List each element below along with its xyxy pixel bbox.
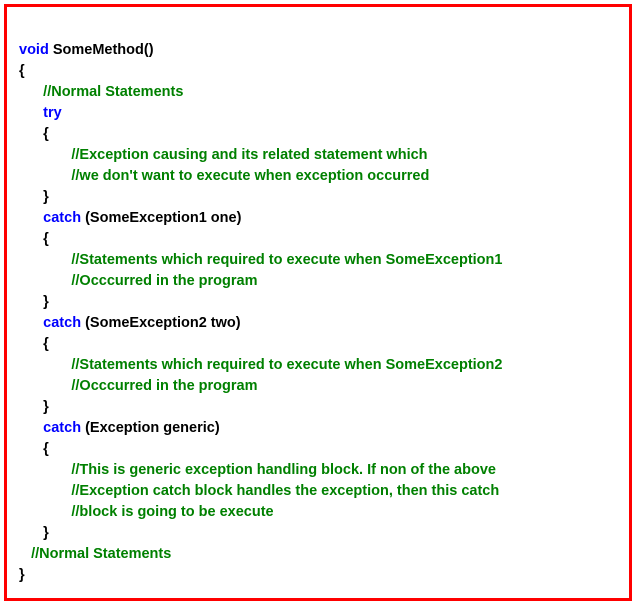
code-frame: void SomeMethod() { //Normal Statements … [4, 4, 632, 601]
catch1-comment-line-1: //Statements which required to execute w… [19, 252, 502, 268]
brace-open: { [19, 63, 25, 79]
catch2-comment-line-1: //Statements which required to execute w… [19, 357, 502, 373]
catch3-params: (Exception generic) [81, 420, 220, 436]
catch1-indent [19, 210, 43, 226]
catch3-comment-line-3: //block is going to be execute [19, 504, 274, 520]
code-block: void SomeMethod() { //Normal Statements … [19, 19, 621, 586]
catch1-comment-line-2: //Occcurred in the program [19, 273, 258, 289]
catch3-brace-close: } [19, 525, 49, 541]
catch2-params: (SomeException2 two) [81, 315, 241, 331]
keyword-catch-3: catch [43, 420, 81, 436]
keyword-catch-1: catch [43, 210, 81, 226]
keyword-catch-2: catch [43, 315, 81, 331]
try-brace-open: { [19, 126, 49, 142]
catch2-brace-close: } [19, 399, 49, 415]
catch3-comment-line-2: //Exception catch block handles the exce… [19, 483, 499, 499]
try-comment-line-1: //Exception causing and its related stat… [19, 147, 428, 163]
catch3-brace-open: { [19, 441, 49, 457]
comment-normal-statements-top: //Normal Statements [19, 84, 183, 100]
catch2-indent [19, 315, 43, 331]
catch1-brace-open: { [19, 231, 49, 247]
try-comment-line-2: //we don't want to execute when exceptio… [19, 168, 429, 184]
catch1-params: (SomeException1 one) [81, 210, 241, 226]
catch2-comment-line-2: //Occcurred in the program [19, 378, 258, 394]
method-signature: SomeMethod() [49, 42, 154, 58]
try-brace-close: } [19, 189, 49, 205]
catch2-brace-open: { [19, 336, 49, 352]
keyword-void: void [19, 42, 49, 58]
comment-normal-statements-bottom: //Normal Statements [19, 546, 171, 562]
keyword-try: try [19, 105, 62, 121]
brace-close: } [19, 567, 25, 583]
catch3-comment-line-1: //This is generic exception handling blo… [19, 462, 496, 478]
catch3-indent [19, 420, 43, 436]
catch1-brace-close: } [19, 294, 49, 310]
